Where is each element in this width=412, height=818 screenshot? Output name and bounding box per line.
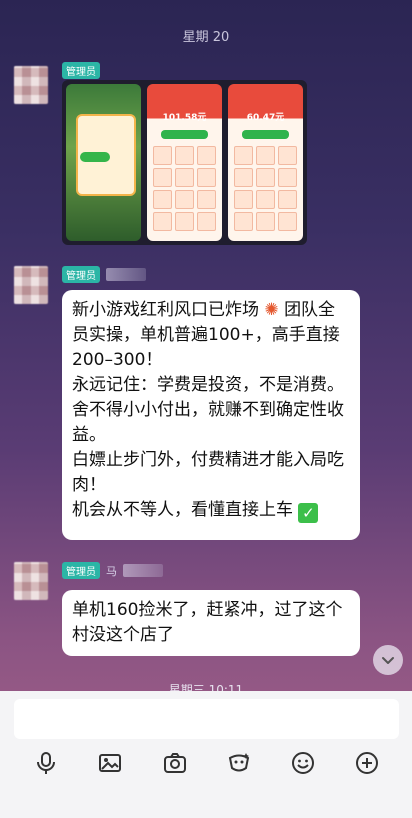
- message-line: 新小游戏红利风口已炸场 ✺ 团队全员实操，单机普遍100+，高手直接200–30…: [72, 300, 340, 370]
- camera-icon[interactable]: [157, 745, 193, 781]
- collision-emoji-icon: ✺: [264, 300, 279, 320]
- message-input[interactable]: [14, 699, 399, 739]
- plus-icon[interactable]: [349, 745, 385, 781]
- top-timestamp: 星期 20: [182, 30, 230, 45]
- admin-badge: 管理员: [62, 266, 100, 283]
- message-line: 机会从不等人，看懂直接上车 ✓: [72, 498, 350, 523]
- sender-name-row: 管理员: [62, 266, 146, 283]
- smile-icon[interactable]: [285, 745, 321, 781]
- image-icon[interactable]: [92, 745, 128, 781]
- message-line: 白嫖止步门外，付费精进才能入局吃肉！: [72, 450, 344, 495]
- game-screenshot-3: 60.47元: [228, 84, 303, 241]
- game-screenshot-2: 101.58元: [147, 84, 222, 241]
- input-toolbar: [0, 745, 412, 781]
- image-message[interactable]: 101.58元 60.47元: [62, 80, 307, 245]
- sender-name-row: 管理员: [62, 62, 100, 79]
- sender-name-row: 管理员 马: [62, 562, 163, 579]
- withdraw-grid: [234, 146, 297, 231]
- sender-name-blurred: [123, 564, 163, 577]
- message-line: 单机160捡米了，赶紧冲，过了这个村没这个店了: [72, 600, 343, 645]
- check-mark-emoji-icon: ✓: [298, 503, 319, 523]
- withdraw-grid: [153, 146, 216, 231]
- sender-name-blurred: [106, 268, 146, 281]
- chevron-down-icon: [382, 657, 394, 664]
- sender-avatar[interactable]: [14, 562, 48, 600]
- text-message-bubble[interactable]: 新小游戏红利风口已炸场 ✺ 团队全员实操，单机普遍100+，高手直接200–30…: [62, 290, 360, 540]
- text-message-bubble[interactable]: 单机160捡米了，赶紧冲，过了这个村没这个店了: [62, 590, 360, 656]
- microphone-icon[interactable]: [28, 745, 64, 781]
- screenshot-amount-2: 101.58元: [162, 113, 207, 123]
- emoji-sticker-icon[interactable]: [221, 745, 257, 781]
- withdraw-button-graphic: [242, 130, 289, 139]
- admin-badge: 管理员: [62, 62, 100, 79]
- sender-avatar[interactable]: [14, 266, 48, 304]
- game-screenshot-1: [66, 84, 141, 241]
- admin-badge: 管理员: [62, 562, 100, 579]
- screenshot-amount-3: 60.47元: [246, 113, 285, 123]
- sender-avatar[interactable]: [14, 66, 48, 104]
- message-line: 永远记住：学费是投资，不是消费。: [72, 375, 344, 395]
- scroll-to-bottom-button[interactable]: [373, 645, 403, 675]
- withdraw-button-graphic: [161, 130, 208, 139]
- message-line: 舍不得小小付出，就赚不到确定性收益。: [72, 400, 344, 445]
- popup-green-button: [80, 152, 110, 162]
- chat-input-area: [0, 691, 412, 818]
- sender-name: 马: [106, 564, 117, 578]
